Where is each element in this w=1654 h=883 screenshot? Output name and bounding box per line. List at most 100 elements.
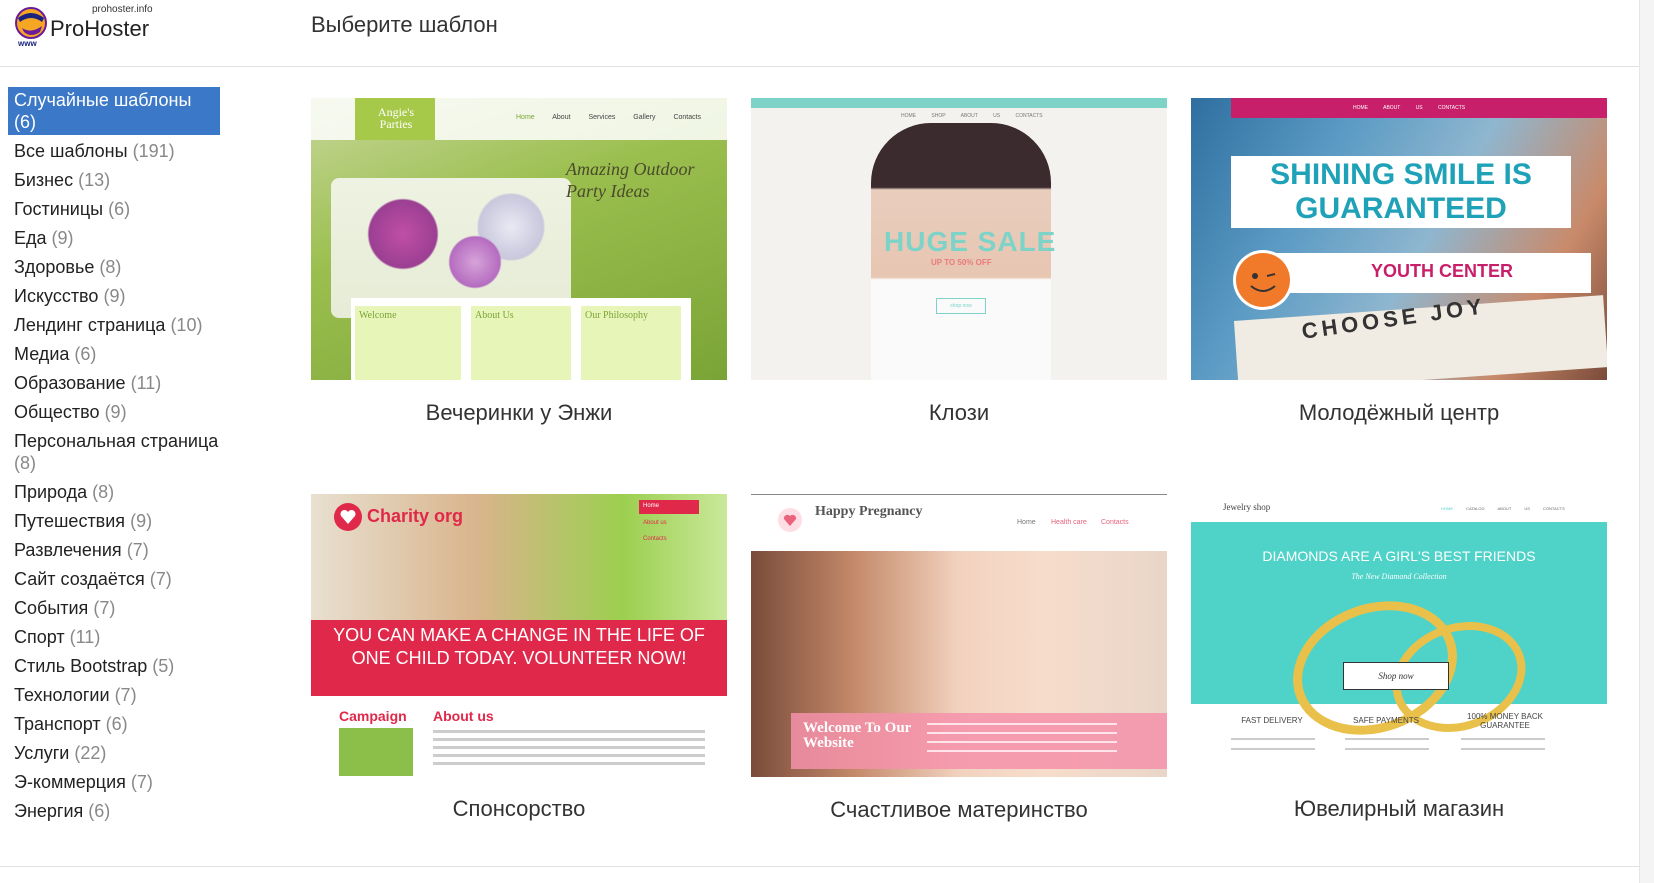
preview-feature: SAFE PAYMENTS [1353, 716, 1419, 725]
preview-nav-item: Contacts [1101, 519, 1129, 526]
template-title[interactable]: Молодёжный центр [1191, 400, 1607, 426]
template-card[interactable]: HOME SHOP ABOUT US CONTACTS HUGE SALE UP… [751, 98, 1167, 426]
category-count: (10) [170, 315, 203, 335]
category-label: Стиль Bootstrap [14, 656, 148, 676]
category-item[interactable]: Образование (11) [8, 370, 243, 396]
category-item[interactable]: Здоровье (8) [8, 254, 243, 280]
category-count: (6) [74, 344, 97, 364]
category-count: (6) [14, 112, 36, 132]
category-item[interactable]: Общество (9) [8, 399, 243, 425]
category-label: Образование [14, 373, 126, 393]
category-item[interactable]: Транспорт (6) [8, 711, 243, 737]
category-item[interactable]: Еда (9) [8, 225, 243, 251]
category-item[interactable]: Спорт (11) [8, 624, 243, 650]
preview-brand: Jewelry shop [1223, 502, 1271, 512]
category-label: Все шаблоны [14, 141, 128, 161]
category-count: (8) [92, 482, 115, 502]
template-title[interactable]: Счастливое материнство [751, 797, 1167, 823]
category-item[interactable]: Все шаблоны (191) [8, 138, 243, 164]
template-title[interactable]: Спонсорство [311, 796, 727, 822]
category-item[interactable]: Услуги (22) [8, 740, 243, 766]
footer-divider [0, 866, 1640, 867]
category-item[interactable]: Искусство (9) [8, 283, 243, 309]
category-item[interactable]: Энергия (6) [8, 798, 243, 824]
preview-nav-item: Health care [1051, 519, 1087, 526]
preview-sub: UP TO 50% OFF [931, 258, 992, 267]
category-label: Общество [14, 402, 100, 422]
category-count: (5) [152, 656, 175, 676]
category-item[interactable]: Случайные шаблоны (6) [8, 87, 220, 135]
category-item[interactable]: Сайт создаётся (7) [8, 566, 243, 592]
category-count: (9) [103, 286, 126, 306]
preview-nav: Home About Services Gallery Contacts [516, 114, 702, 121]
preview-nav: HOME SHOP ABOUT US CONTACTS [901, 113, 1043, 119]
category-count: (191) [132, 141, 175, 161]
preview-feature: 100% MONEY BACK GUARANTEE [1467, 712, 1543, 730]
scrollbar[interactable] [1639, 0, 1654, 883]
globe-logo-icon [15, 7, 47, 39]
template-preview-youth-center[interactable]: HOME ABOUT US CONTACTS SHINING SMILE IS … [1191, 98, 1607, 380]
category-label: Случайные шаблоны [14, 90, 192, 110]
category-item[interactable]: События (7) [8, 595, 243, 621]
template-card[interactable]: HOME ABOUT US CONTACTS SHINING SMILE IS … [1191, 98, 1607, 426]
template-card[interactable]: Charity org Home About us Contacts YOU C… [311, 494, 727, 822]
category-item[interactable]: Лендинг страница (10) [8, 312, 243, 338]
template-card[interactable]: Jewelry shop HOME CATALOG ABOUT US CONTA… [1191, 494, 1607, 822]
category-item[interactable]: Стиль Bootstrap (5) [8, 653, 243, 679]
category-item[interactable]: Развлечения (7) [8, 537, 243, 563]
preview-box-3: Our Philosophy [585, 310, 649, 321]
template-title[interactable]: Вечеринки у Энжи [311, 400, 727, 426]
category-label: Сайт создаётся [14, 569, 145, 589]
template-card[interactable]: Angie's Parties Home About Services Gall… [311, 98, 727, 426]
preview-col2: About us [433, 708, 494, 724]
category-count: (11) [130, 373, 162, 393]
category-label: Э-коммерция [14, 772, 126, 792]
template-title[interactable]: Клози [751, 400, 1167, 426]
template-card[interactable]: Happy Pregnancy Home Health care Contact… [751, 494, 1167, 823]
template-preview-charity[interactable]: Charity org Home About us Contacts YOU C… [311, 494, 727, 776]
preview-headline: DIAMONDS ARE A GIRL'S BEST FRIENDS [1262, 548, 1536, 564]
logo-domain: prohoster.info [92, 4, 153, 15]
category-label: Медиа [14, 344, 70, 364]
preview-sub: YOUTH CENTER [1371, 261, 1514, 281]
category-label: Путешествия [14, 511, 126, 531]
category-item[interactable]: Путешествия (9) [8, 508, 243, 534]
category-item[interactable]: Персональная страница (8) [8, 428, 243, 476]
template-title[interactable]: Ювелирный магазин [1191, 796, 1607, 822]
category-count: (8) [99, 257, 122, 277]
prohoster-logo[interactable]: prohoster.info ProHoster www [14, 4, 164, 48]
preview-nav: HOME ABOUT US CONTACTS [1353, 105, 1466, 111]
category-label: Услуги [14, 743, 70, 763]
preview-nav-item: Home [643, 503, 660, 509]
category-label: Лендинг страница [14, 315, 166, 335]
category-item[interactable]: Природа (8) [8, 479, 243, 505]
preview-sub: The New Diamond Collection [1351, 572, 1447, 581]
preview-headline: Welcome To Our Website [803, 720, 912, 751]
category-item[interactable]: Гостиницы (6) [8, 196, 243, 222]
category-count: (6) [88, 801, 111, 821]
template-preview-jewelry-shop[interactable]: Jewelry shop HOME CATALOG ABOUT US CONTA… [1191, 494, 1607, 776]
category-label: Еда [14, 228, 47, 248]
category-count: (6) [105, 714, 128, 734]
category-item[interactable]: Э-коммерция (7) [8, 769, 243, 795]
category-label: Энергия [14, 801, 84, 821]
category-count: (9) [104, 402, 127, 422]
template-preview-happy-pregnancy[interactable]: Happy Pregnancy Home Health care Contact… [751, 494, 1167, 777]
logo-www: www [18, 39, 37, 48]
category-count: (9) [130, 511, 153, 531]
category-item[interactable]: Бизнес (13) [8, 167, 243, 193]
category-count: (7) [114, 685, 137, 705]
category-count: (13) [78, 170, 111, 190]
category-label: Бизнес [14, 170, 74, 190]
template-preview-closy[interactable]: HOME SHOP ABOUT US CONTACTS HUGE SALE UP… [751, 98, 1167, 380]
category-item[interactable]: Технологии (7) [8, 682, 243, 708]
category-item[interactable]: Медиа (6) [8, 341, 243, 367]
category-label: Развлечения [14, 540, 122, 560]
category-sidebar: Случайные шаблоны (6) Все шаблоны (191) Би… [8, 87, 243, 827]
template-preview-angies-parties[interactable]: Angie's Parties Home About Services Gall… [311, 98, 727, 380]
preview-col1: Campaign [339, 708, 407, 724]
preview-headline: HUGE SALE [884, 226, 1057, 257]
category-count: (7) [93, 598, 116, 618]
preview-photo [331, 178, 571, 318]
category-count: (7) [126, 540, 149, 560]
